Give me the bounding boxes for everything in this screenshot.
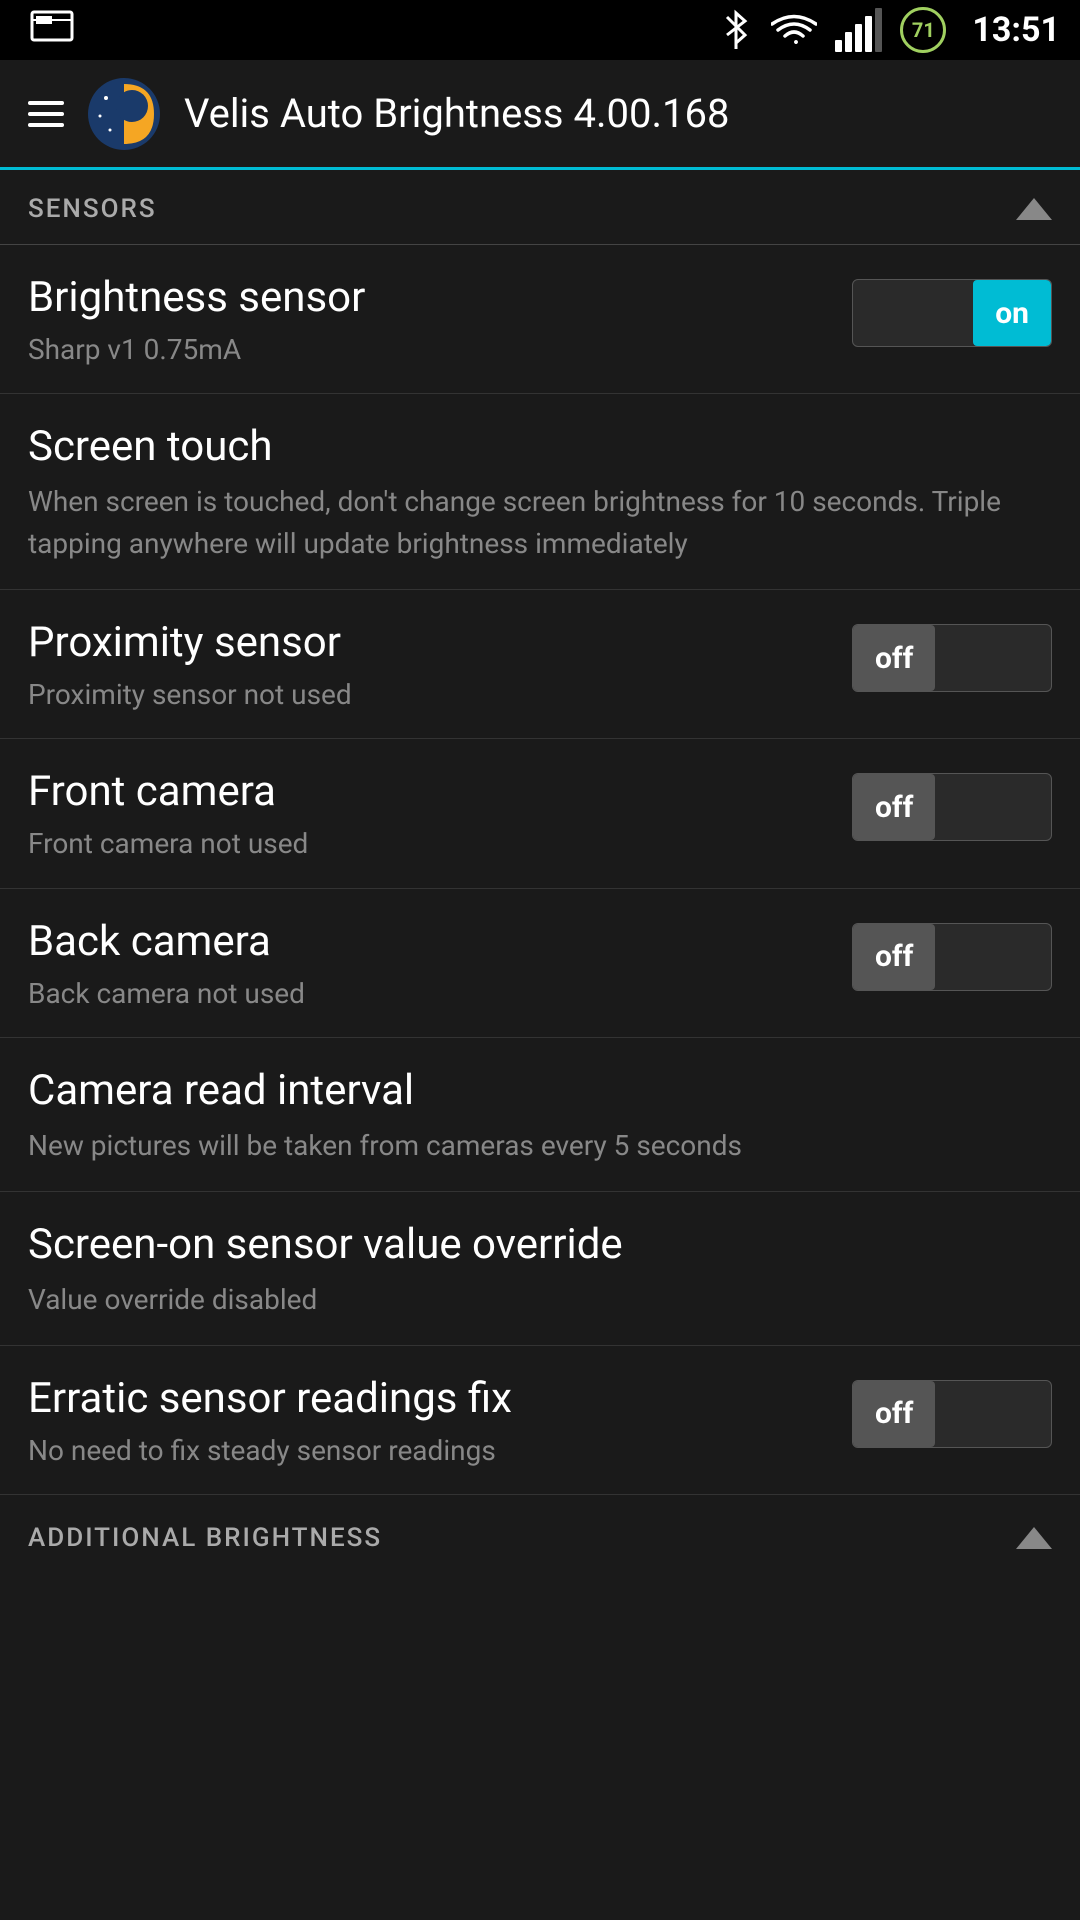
back-camera-toggle[interactable]: off (852, 923, 1052, 991)
brightness-sensor-subtitle: Sharp v1 0.75mA (28, 330, 832, 369)
screen-touch-row: Screen touch When screen is touched, don… (0, 394, 1080, 590)
screen-on-sensor-row: Screen-on sensor value override Value ov… (0, 1192, 1080, 1346)
app-title: Velis Auto Brightness 4.00.168 (184, 90, 729, 137)
screen-on-sensor-title: Screen-on sensor value override (28, 1220, 1052, 1269)
additional-brightness-section-title: ADDITIONAL BRIGHTNESS (28, 1523, 382, 1553)
front-camera-row: Front camera Front camera not used off (0, 739, 1080, 888)
front-camera-toggle[interactable]: off (852, 773, 1052, 841)
wifi-icon (771, 10, 817, 50)
proximity-sensor-toggle[interactable]: off (852, 624, 1052, 692)
front-camera-toggle-label: off (853, 774, 935, 840)
sensors-section-header[interactable]: SENSORS (0, 170, 1080, 245)
brightness-sensor-toggle-label: on (973, 280, 1051, 346)
proximity-sensor-title: Proximity sensor (28, 618, 832, 667)
camera-read-interval-title: Camera read interval (28, 1066, 1052, 1115)
camera-read-interval-description: New pictures will be taken from cameras … (28, 1125, 1052, 1167)
back-camera-row: Back camera Back camera not used off (0, 889, 1080, 1038)
battery-indicator: 71 (900, 7, 946, 53)
screen-touch-title: Screen touch (28, 422, 1052, 471)
notification-icon (30, 10, 74, 46)
back-camera-toggle-label: off (853, 924, 935, 990)
proximity-sensor-subtitle: Proximity sensor not used (28, 675, 832, 714)
additional-brightness-collapse-button[interactable] (1016, 1527, 1052, 1549)
additional-brightness-section-header[interactable]: ADDITIONAL BRIGHTNESS (0, 1495, 1080, 1573)
proximity-sensor-row: Proximity sensor Proximity sensor not us… (0, 590, 1080, 739)
brightness-sensor-title: Brightness sensor (28, 273, 832, 322)
camera-read-interval-row: Camera read interval New pictures will b… (0, 1038, 1080, 1192)
front-camera-title: Front camera (28, 767, 832, 816)
notification-area (30, 10, 74, 50)
screen-on-sensor-description: Value override disabled (28, 1279, 1052, 1321)
erratic-sensor-row: Erratic sensor readings fix No need to f… (0, 1346, 1080, 1495)
sensors-section-title: SENSORS (28, 194, 157, 224)
hamburger-menu-button[interactable] (28, 101, 64, 127)
status-bar: 71 13:51 (0, 0, 1080, 60)
erratic-sensor-title: Erratic sensor readings fix (28, 1374, 832, 1423)
erratic-sensor-toggle[interactable]: off (852, 1380, 1052, 1448)
app-icon (88, 78, 160, 150)
signal-strength-icon (835, 8, 882, 52)
proximity-sensor-toggle-label: off (853, 625, 935, 691)
settings-content: SENSORS Brightness sensor Sharp v1 0.75m… (0, 170, 1080, 1573)
erratic-sensor-subtitle: No need to fix steady sensor readings (28, 1431, 832, 1470)
back-camera-subtitle: Back camera not used (28, 974, 832, 1013)
back-camera-title: Back camera (28, 917, 832, 966)
status-time: 13:51 (972, 10, 1060, 50)
app-bar: Velis Auto Brightness 4.00.168 (0, 60, 1080, 170)
bluetooth-icon (719, 7, 753, 53)
screen-touch-description: When screen is touched, don't change scr… (28, 481, 1052, 565)
brightness-sensor-row: Brightness sensor Sharp v1 0.75mA on (0, 245, 1080, 394)
brightness-sensor-toggle[interactable]: on (852, 279, 1052, 347)
sensors-collapse-button[interactable] (1016, 198, 1052, 220)
erratic-sensor-toggle-label: off (853, 1381, 935, 1447)
front-camera-subtitle: Front camera not used (28, 824, 832, 863)
